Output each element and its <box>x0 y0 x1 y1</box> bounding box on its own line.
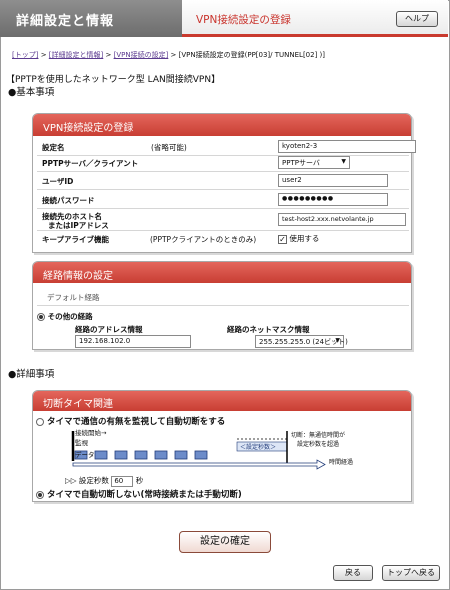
breadcrumb-separator: > <box>168 51 179 59</box>
divider <box>37 155 409 156</box>
diagram-data-bar <box>134 450 148 460</box>
divider <box>37 171 409 172</box>
route-netmask-select[interactable]: 255.255.255.0 (24ビット) ▼ <box>255 335 348 348</box>
mode-label: PPTPサーバ／クライアント <box>42 159 139 168</box>
diagram-start-label: 接続開始→ <box>75 429 107 437</box>
page-title: VPN接続設定の登録 <box>196 14 291 26</box>
diagram-elapsed-label: 時間経過 <box>329 459 354 466</box>
other-route-option: その他の経路 <box>37 311 93 322</box>
section-title: 詳細設定と情報 <box>0 0 182 37</box>
disconnect-timer-panel: 切断タイマ関連 タイマで通信の有無を監視して自動切断をする 接続開始→ 監視 デ… <box>32 390 412 502</box>
vpn-panel-title: VPN接続設定の登録 <box>33 114 411 136</box>
seconds-setting: ▷▷ 設定秒数 60 秒 <box>65 475 143 487</box>
chevron-down-icon: ▼ <box>335 337 340 344</box>
keepalive-label: キープアライブ機能 <box>42 235 110 244</box>
timer-monitor-radio[interactable] <box>36 417 44 426</box>
diagram-data-bar <box>114 450 128 460</box>
breadcrumb-top-link[interactable]: [トップ] <box>12 51 38 59</box>
breadcrumb-vpn-link[interactable]: [VPN接続の設定] <box>114 51 169 59</box>
vpn-settings-panel: VPN接続設定の登録 設定名 (省略可能) kyoten2-3 PPTPサーバ／… <box>32 113 416 253</box>
divider <box>37 189 409 190</box>
route-settings-panel: 経路情報の設定 デフォルト経路 その他の経路 経路のアドレス情報 192.168… <box>32 261 412 350</box>
diagram-monitor-label: 監視 <box>75 439 88 447</box>
setting-name-input[interactable]: kyoten2-3 <box>278 140 416 153</box>
timer-off-option: タイマで自動切断しない(常時接続または手動切断) <box>36 488 242 500</box>
diagram-cut-label: 切断：無通信時間が <box>291 432 346 439</box>
name-label: 設定名 <box>42 143 65 152</box>
timer-panel-title: 切断タイマ関連 <box>33 391 411 411</box>
keepalive-checkbox[interactable]: ✓ <box>278 234 287 244</box>
pptp-mode-select[interactable]: PPTPサーバ ▼ <box>278 156 350 169</box>
breadcrumb: [トップ] > [詳細設定と情報] > [VPN接続の設定] > [VPN接続設… <box>12 50 325 60</box>
diagram-data-label: データ <box>75 451 95 459</box>
chevron-down-icon: ▼ <box>341 158 346 165</box>
route-address-input[interactable]: 192.168.102.0 <box>75 335 191 348</box>
other-route-radio[interactable] <box>37 313 45 321</box>
password-input[interactable]: ●●●●●●●●● <box>278 193 388 206</box>
seconds-input[interactable]: 60 <box>111 475 134 487</box>
pptp-mode-value: PPTPサーバ <box>282 159 320 167</box>
diagram-cut-label2: 設定秒数を超過 <box>297 441 340 448</box>
keepalive-option: ✓ 使用する <box>278 233 319 244</box>
password-label: 接続パスワード <box>42 196 95 205</box>
timer-off-label: タイマで自動切断しない(常時接続または手動切断) <box>46 490 242 500</box>
divider <box>37 208 409 209</box>
user-id-input[interactable]: user2 <box>278 174 388 187</box>
user-label: ユーザID <box>42 177 74 186</box>
divider <box>37 305 409 306</box>
timer-monitor-option: タイマで通信の有無を監視して自動切断をする <box>36 415 225 427</box>
route-panel-title: 経路情報の設定 <box>33 262 411 283</box>
diagram-setting-label: ＜設定秒数＞ <box>240 444 277 451</box>
host-address-input[interactable]: test-host2.xxx.netvolante.jp <box>278 213 406 226</box>
header: 詳細設定と情報 VPN接続設定の登録 ヘルプ <box>0 0 448 37</box>
diagram-data-bar <box>194 450 208 460</box>
route-netmask-label: 経路のネットマスク情報 <box>227 325 310 334</box>
seconds-unit: 秒 <box>135 476 144 485</box>
other-route-label: その他の経路 <box>47 312 93 321</box>
divider <box>37 230 409 231</box>
detail-section-heading: ●詳細事項 <box>8 369 55 380</box>
back-to-top-button[interactable]: トップへ戻る <box>382 565 440 581</box>
keepalive-note: (PPTPクライアントのときのみ) <box>150 235 257 244</box>
keepalive-checkbox-label: 使用する <box>289 234 320 243</box>
timer-off-radio[interactable] <box>36 490 44 499</box>
seconds-label: ▷▷ 設定秒数 <box>65 476 109 485</box>
help-button[interactable]: ヘルプ <box>396 11 438 27</box>
route-address-label: 経路のアドレス情報 <box>75 325 143 334</box>
back-button[interactable]: 戻る <box>333 565 373 581</box>
breadcrumb-current: [VPN接続設定の登録(PP[03]/ TUNNEL[02] )] <box>178 51 325 59</box>
timer-monitor-label: タイマで通信の有無を監視して自動切断をする <box>46 417 226 427</box>
default-route-label: デフォルト経路 <box>47 293 100 302</box>
confirm-settings-button[interactable]: 設定の確定 <box>179 531 271 553</box>
diagram-data-bar <box>94 450 108 460</box>
name-note: (省略可能) <box>151 143 187 152</box>
diagram-data-bar <box>154 450 168 460</box>
breadcrumb-separator: > <box>103 51 114 59</box>
breadcrumb-separator: > <box>38 51 49 59</box>
diagram-data-bar <box>174 450 188 460</box>
breadcrumb-detail-link[interactable]: [詳細設定と情報] <box>49 51 103 59</box>
basic-section-heading: ●基本事項 <box>8 87 55 98</box>
